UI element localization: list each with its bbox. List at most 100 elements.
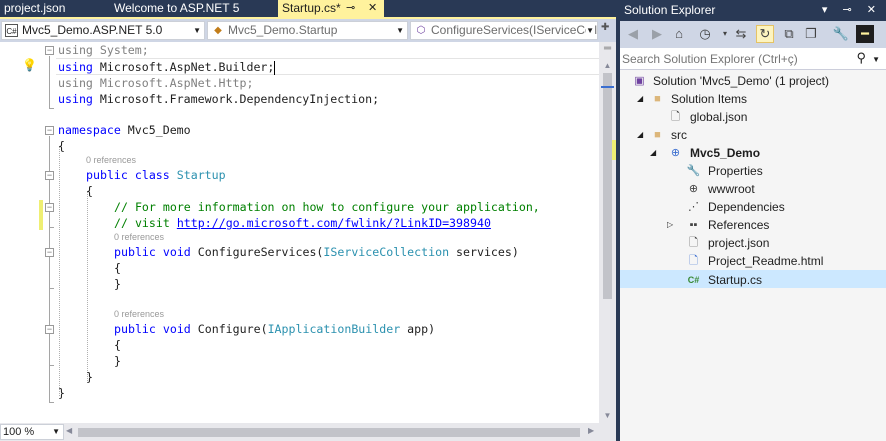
tree-item-solution[interactable]: ▣ Solution 'Mvc5_Demo' (1 project) [620, 72, 886, 90]
close-icon[interactable]: ✕ [368, 0, 377, 17]
sync-icon[interactable]: ⇆ [732, 25, 750, 43]
member-dropdown[interactable]: ⬡ ConfigureServices(IServiceColle ▼ [410, 21, 598, 40]
codelens-references[interactable]: 0 references [114, 231, 164, 243]
splitter-icon[interactable]: ═ [599, 42, 616, 56]
collapse-toggle[interactable]: − [45, 248, 54, 257]
csharp-file-icon: C# [687, 275, 700, 285]
home-icon[interactable]: ⌂ [670, 25, 688, 43]
chevron-down-icon: ▼ [396, 26, 404, 35]
chevron-down-icon: ▼ [52, 427, 60, 436]
wrench-icon[interactable]: 🔧 [832, 25, 850, 43]
chevron-down-icon: ▼ [586, 22, 594, 39]
tree-item-label: Solution 'Mvc5_Demo' (1 project) [653, 74, 829, 88]
scroll-down-icon[interactable]: ▼ [599, 410, 616, 422]
code-line-brace: } [114, 277, 121, 291]
tree-item-solution-items[interactable]: ◢ ■ Solution Items [620, 90, 886, 108]
tree-item-dependencies[interactable]: ⋰ Dependencies [620, 198, 886, 216]
tab-startup-cs[interactable]: Startup.cs* ⊸ ✕ [278, 0, 384, 17]
tree-item-project-readme[interactable]: 🗋 Project_Readme.html [620, 252, 886, 270]
back-arrow-icon[interactable]: ◀ [624, 25, 642, 43]
tab-project-json[interactable]: project.json [0, 0, 96, 17]
show-all-files-icon[interactable]: ❐ [802, 25, 820, 43]
tree-item-global-json[interactable]: 🗋 global.json [620, 108, 886, 126]
tree-item-references[interactable]: ▷ ▪▪ References [620, 216, 886, 234]
tab-welcome[interactable]: Welcome to ASP.NET 5 [110, 0, 260, 17]
zoom-dropdown[interactable]: 100 % ▼ [0, 424, 64, 440]
collapse-toggle[interactable]: − [45, 203, 54, 212]
expanded-arrow-icon[interactable]: ◢ [637, 90, 647, 108]
tree-item-label: References [708, 218, 770, 232]
navigation-bar: C# Mvc5_Demo.ASP.NET 5.0 ▼ ◆ Mvc5_Demo.S… [0, 19, 616, 42]
refresh-icon[interactable]: ↻ [756, 25, 774, 43]
expanded-arrow-icon[interactable]: ◢ [637, 126, 647, 144]
scroll-thumb[interactable] [603, 73, 612, 299]
type-dropdown[interactable]: ◆ Mvc5_Demo.Startup ▼ [207, 21, 408, 40]
lightbulb-icon[interactable]: 💡 [22, 58, 37, 72]
outline-line [49, 335, 50, 365]
type-dropdown-value: Mvc5_Demo.Startup [228, 23, 338, 37]
code-line-brace: } [86, 370, 93, 384]
collapse-toggle[interactable]: − [45, 325, 54, 334]
tree-item-wwwroot[interactable]: ⊕ wwwroot [620, 180, 886, 198]
tree-item-properties[interactable]: 🔧 Properties [620, 162, 886, 180]
fwlink-hyperlink[interactable]: http://go.microsoft.com/fwlink/?LinkID=3… [177, 216, 491, 230]
code-line-comment: // For more information on how to config… [114, 200, 540, 214]
code-editor[interactable]: 💡 − − − − − − using System; using Micros… [0, 42, 599, 423]
vertical-scrollbar[interactable]: ═ ▲ ▼ [599, 42, 616, 423]
tree-item-mvc5-demo[interactable]: ◢ ⊕ Mvc5_Demo [620, 144, 886, 162]
references-icon: ▪▪ [689, 219, 698, 231]
tree-item-label: Project_Readme.html [708, 254, 824, 268]
change-marker [39, 200, 43, 230]
panel-title-bar: Solution Explorer ▾ ⊸ ✕ [620, 0, 886, 21]
outline-end [49, 288, 54, 289]
code-line-using-system: using System; [58, 43, 149, 57]
outline-end [49, 365, 54, 366]
scroll-thumb[interactable] [78, 428, 580, 437]
code-line-configure-services: public void ConfigureServices(IServiceCo… [114, 245, 519, 259]
codelens-references[interactable]: 0 references [114, 308, 164, 320]
outline-end [49, 108, 54, 109]
indent-guide [59, 146, 60, 396]
expanded-arrow-icon[interactable]: ◢ [650, 144, 660, 162]
caret-position-marker [601, 86, 614, 88]
collapse-toggle[interactable]: − [45, 46, 54, 55]
indent-guide [87, 191, 88, 381]
scroll-left-icon[interactable]: ◀ [66, 426, 72, 435]
panel-window-buttons[interactable]: ▾ ⊸ ✕ [822, 0, 882, 21]
collapse-toggle[interactable]: − [45, 126, 54, 135]
zoom-level: 100 % [3, 426, 35, 438]
history-icon[interactable]: ◷ [696, 25, 714, 43]
pin-icon[interactable]: ⊸ [346, 0, 355, 17]
globe-icon: ⊕ [688, 183, 699, 195]
method-icon: ⬡ [416, 25, 426, 36]
solution-explorer-toolbar: ◀ ▶ ⌂ ◷ ▾ ⇆ ↻ ⧉ ❐ 🔧 ━ [620, 21, 886, 48]
codelens-references[interactable]: 0 references [86, 154, 136, 166]
tree-item-label: wwwroot [708, 182, 755, 196]
tree-item-label: Dependencies [708, 200, 785, 214]
scroll-up-icon[interactable]: ▲ [599, 60, 616, 72]
project-dropdown[interactable]: C# Mvc5_Demo.ASP.NET 5.0 ▼ [1, 21, 205, 40]
tree-item-startup-cs[interactable]: C# Startup.cs [620, 270, 886, 288]
search-input[interactable] [622, 50, 852, 67]
search-icon[interactable]: ⚲ [856, 50, 866, 66]
tree-item-src[interactable]: ◢ ■ src [620, 126, 886, 144]
collapsed-arrow-icon[interactable]: ▷ [667, 216, 677, 234]
panel-title: Solution Explorer [624, 3, 716, 17]
chevron-down-icon[interactable]: ▼ [872, 51, 880, 68]
outline-line [49, 213, 50, 227]
tab-label: Startup.cs* [282, 1, 341, 15]
collapse-toggle[interactable]: − [45, 171, 54, 180]
scroll-right-icon[interactable]: ▶ [588, 426, 594, 435]
split-editor-icon[interactable]: ✚ [601, 22, 609, 33]
code-line-brace: } [58, 386, 65, 400]
code-line-brace: { [114, 338, 121, 352]
pin-icon[interactable]: ━ [856, 25, 874, 43]
search-box: ⚲ ▼ [620, 48, 886, 70]
forward-arrow-icon[interactable]: ▶ [648, 25, 666, 43]
code-line-brace: { [58, 139, 65, 153]
tree-item-project-json[interactable]: 🗋 project.json [620, 234, 886, 252]
collapse-all-icon[interactable]: ⧉ [780, 25, 798, 43]
code-line-using-http: using Microsoft.AspNet.Http; [58, 76, 254, 90]
tree-item-label: src [671, 128, 687, 142]
code-line-brace: { [114, 261, 121, 275]
